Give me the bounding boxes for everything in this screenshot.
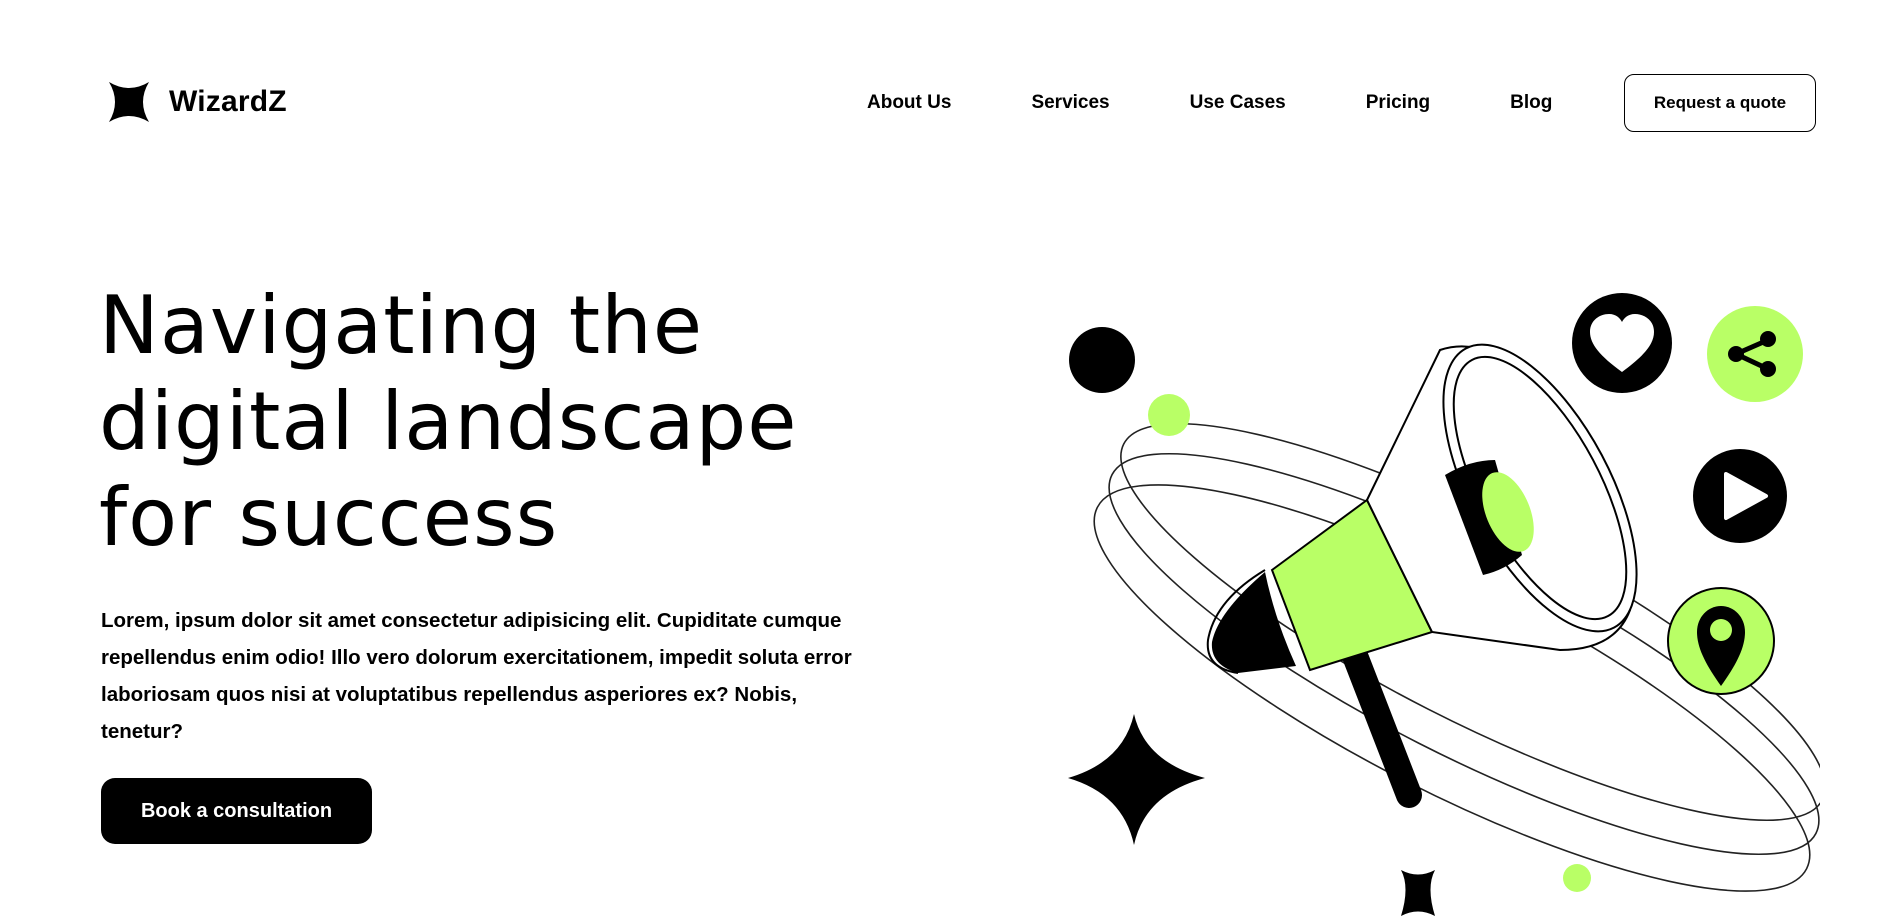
hero-description: Lorem, ipsum dolor sit amet consectetur … (101, 609, 852, 743)
nav-link-pricing[interactable]: Pricing (1366, 92, 1430, 114)
main-nav: About Us Services Use Cases Pricing Blog (867, 92, 1552, 114)
site-header: WizardZ About Us Services Use Cases Pric… (0, 0, 1897, 200)
hero-title-line-3: for success (99, 471, 559, 564)
nav-link-use-cases[interactable]: Use Cases (1190, 92, 1286, 114)
nav-link-services[interactable]: Services (1031, 92, 1109, 114)
megaphone-scene (1068, 293, 1820, 916)
nav-link-about-us[interactable]: About Us (867, 92, 951, 114)
request-quote-button[interactable]: Request a quote (1624, 74, 1816, 132)
location-pin-icon (1667, 587, 1775, 695)
landing-page: WizardZ About Us Services Use Cases Pric… (0, 0, 1897, 917)
play-icon (1693, 449, 1787, 543)
hero-illustration (1000, 270, 1820, 917)
decor-dot-green-small (1563, 864, 1591, 892)
heart-icon (1572, 293, 1672, 393)
four-point-star-icon (1401, 870, 1435, 916)
brand-name: WizardZ (169, 85, 287, 118)
hero-title: Navigating the digital landscape for suc… (99, 278, 899, 566)
hero-title-line-1: Navigating the (99, 279, 704, 372)
hero-title-line-2: digital landscape (99, 375, 798, 468)
book-consultation-button[interactable]: Book a consultation (101, 778, 372, 844)
brand-logo[interactable]: WizardZ (107, 80, 287, 124)
decor-dot-green (1148, 394, 1190, 436)
sparkle-star-icon (1068, 714, 1205, 845)
share-icon (1707, 306, 1803, 402)
decor-dot-black (1069, 327, 1135, 393)
nav-link-blog[interactable]: Blog (1510, 92, 1552, 114)
four-point-star-icon (109, 82, 149, 122)
